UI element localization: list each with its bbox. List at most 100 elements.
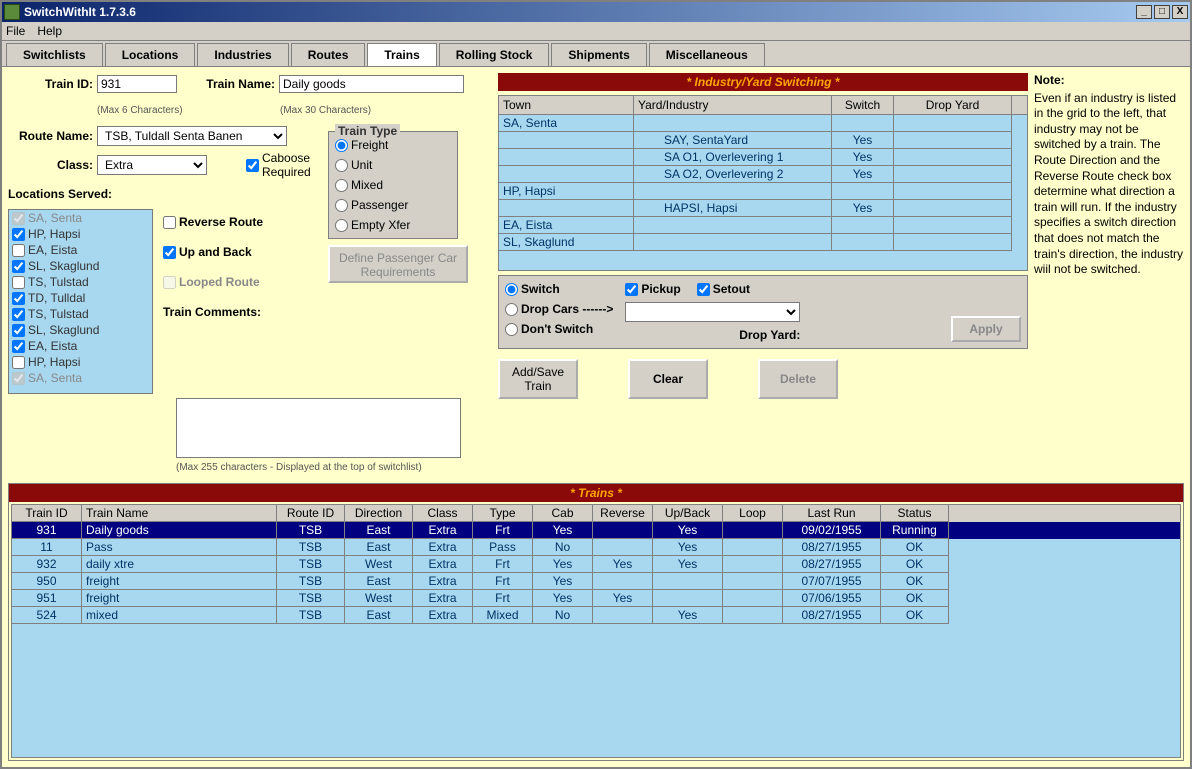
tab-miscellaneous[interactable]: Miscellaneous — [649, 43, 765, 66]
location-checkbox[interactable] — [12, 292, 25, 305]
trains-col-header[interactable]: Cab — [533, 505, 593, 522]
switching-row[interactable]: SAY, SentaYardYes — [499, 132, 1027, 149]
trains-col-header[interactable]: Type — [473, 505, 533, 522]
switching-grid[interactable]: Town Yard/Industry Switch Drop Yard SA, … — [498, 95, 1028, 271]
close-button[interactable]: X — [1172, 5, 1188, 19]
setout-checkbox[interactable] — [697, 283, 710, 296]
minimize-button[interactable]: _ — [1136, 5, 1152, 19]
switching-row[interactable]: EA, Eista — [499, 217, 1027, 234]
train-row[interactable]: 932daily xtreTSBWestExtraFrtYesYesYes08/… — [12, 556, 1180, 573]
trains-col-header[interactable]: Route ID — [277, 505, 345, 522]
looped-route-checkbox[interactable] — [163, 276, 176, 289]
train-type-radio[interactable] — [335, 139, 348, 152]
location-checkbox[interactable] — [12, 260, 25, 273]
trains-col-header[interactable]: Train Name — [82, 505, 277, 522]
train-comments-label: Train Comments: — [163, 305, 261, 319]
location-checkbox[interactable] — [12, 340, 25, 353]
switching-row[interactable]: SL, Skaglund — [499, 234, 1027, 251]
tab-rolling-stock[interactable]: Rolling Stock — [439, 43, 550, 66]
trains-col-header[interactable]: Status — [881, 505, 949, 522]
location-item[interactable]: EA, Eista — [9, 338, 152, 354]
tab-shipments[interactable]: Shipments — [551, 43, 646, 66]
reverse-route-checkbox[interactable] — [163, 216, 176, 229]
location-checkbox[interactable] — [12, 308, 25, 321]
caboose-label: Caboose Required — [262, 151, 322, 179]
col-switch: Switch — [832, 96, 894, 114]
location-checkbox[interactable] — [12, 244, 25, 257]
train-row[interactable]: 950freightTSBEastExtraFrtYes07/07/1955OK — [12, 573, 1180, 590]
location-item[interactable]: SA, Senta — [9, 210, 152, 226]
app-title: SwitchWithIt 1.7.3.6 — [24, 5, 1136, 19]
switching-row[interactable]: SA O1, Overlevering 1Yes — [499, 149, 1027, 166]
location-item[interactable]: SL, Skaglund — [9, 258, 152, 274]
menu-file[interactable]: File — [6, 24, 25, 38]
location-checkbox[interactable] — [12, 356, 25, 369]
trains-col-header[interactable]: Reverse — [593, 505, 653, 522]
route-name-label: Route Name: — [8, 129, 93, 143]
location-item[interactable]: TS, Tulstad — [9, 306, 152, 322]
train-row[interactable]: 931Daily goodsTSBEastExtraFrtYesYes09/02… — [12, 522, 1180, 539]
class-select[interactable]: Extra — [97, 155, 207, 175]
switching-row[interactable]: HAPSI, HapsiYes — [499, 200, 1027, 217]
train-row[interactable]: 951freightTSBWestExtraFrtYesYes07/06/195… — [12, 590, 1180, 607]
location-checkbox[interactable] — [12, 276, 25, 289]
clear-button[interactable]: Clear — [628, 359, 708, 399]
location-item[interactable]: SA, Senta — [9, 370, 152, 386]
location-item[interactable]: HP, Hapsi — [9, 226, 152, 242]
location-checkbox[interactable] — [12, 228, 25, 241]
tab-switchlists[interactable]: Switchlists — [6, 43, 103, 66]
location-checkbox[interactable] — [12, 212, 25, 225]
train-comments-textarea[interactable] — [176, 398, 461, 458]
location-item[interactable]: EA, Eista — [9, 242, 152, 258]
train-id-input[interactable] — [97, 75, 177, 93]
location-checkbox[interactable] — [12, 372, 25, 385]
pickup-checkbox[interactable] — [625, 283, 638, 296]
train-type-radio[interactable] — [335, 159, 348, 172]
menu-help[interactable]: Help — [37, 24, 62, 38]
drop-cars-radio[interactable] — [505, 303, 518, 316]
train-name-label: Train Name: — [181, 77, 275, 91]
trains-col-header[interactable]: Train ID — [12, 505, 82, 522]
up-and-back-checkbox[interactable] — [163, 246, 176, 259]
location-item[interactable]: TD, Tulldal — [9, 290, 152, 306]
caboose-checkbox[interactable] — [246, 159, 259, 172]
train-type-radio[interactable] — [335, 179, 348, 192]
location-item[interactable]: SL, Skaglund — [9, 322, 152, 338]
location-name: HP, Hapsi — [28, 355, 80, 369]
train-row[interactable]: 11PassTSBEastExtraPassNoYes08/27/1955OK — [12, 539, 1180, 556]
location-name: SA, Senta — [28, 371, 82, 385]
switch-radio[interactable] — [505, 283, 518, 296]
drop-cars-select[interactable] — [625, 302, 800, 322]
switching-row[interactable]: HP, Hapsi — [499, 183, 1027, 200]
trains-col-header[interactable]: Up/Back — [653, 505, 723, 522]
maximize-button[interactable]: □ — [1154, 5, 1170, 19]
switch-actions-panel: Switch Drop Cars ------> Don't Switch Pi… — [498, 275, 1028, 349]
train-name-input[interactable] — [279, 75, 464, 93]
delete-button[interactable]: Delete — [758, 359, 838, 399]
switching-row[interactable]: SA O2, Overlevering 2Yes — [499, 166, 1027, 183]
tab-locations[interactable]: Locations — [105, 43, 196, 66]
trains-col-header[interactable]: Last Run — [783, 505, 881, 522]
location-item[interactable]: TS, Tulstad — [9, 274, 152, 290]
switch-radio-label: Switch — [521, 282, 560, 296]
location-checkbox[interactable] — [12, 324, 25, 337]
train-type-radio[interactable] — [335, 219, 348, 232]
tab-routes[interactable]: Routes — [291, 43, 366, 66]
locations-listbox[interactable]: SA, SentaHP, HapsiEA, EistaSL, SkaglundT… — [8, 209, 153, 394]
route-name-select[interactable]: TSB, Tuldall Senta Banen — [97, 126, 287, 146]
trains-col-header[interactable]: Loop — [723, 505, 783, 522]
dont-switch-radio[interactable] — [505, 323, 518, 336]
train-type-radio[interactable] — [335, 199, 348, 212]
trains-col-header[interactable]: Direction — [345, 505, 413, 522]
trains-col-header[interactable]: Class — [413, 505, 473, 522]
define-passenger-button[interactable]: Define Passenger Car Requirements — [328, 245, 468, 283]
switching-row[interactable]: SA, Senta — [499, 115, 1027, 132]
trains-grid[interactable]: Train IDTrain NameRoute IDDirectionClass… — [11, 504, 1181, 758]
add-save-button[interactable]: Add/Save Train — [498, 359, 578, 399]
tab-industries[interactable]: Industries — [197, 43, 288, 66]
train-row[interactable]: 524mixedTSBEastExtraMixedNoYes08/27/1955… — [12, 607, 1180, 624]
tabs: SwitchlistsLocationsIndustriesRoutesTrai… — [2, 41, 1190, 67]
tab-trains[interactable]: Trains — [367, 43, 436, 66]
apply-button[interactable]: Apply — [951, 316, 1021, 342]
location-item[interactable]: HP, Hapsi — [9, 354, 152, 370]
